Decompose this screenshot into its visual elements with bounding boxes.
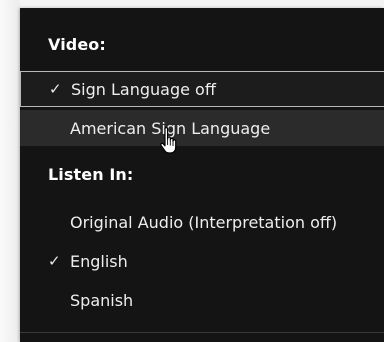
interpretation-menu: Video: ✓ Sign Language off American Sign… bbox=[20, 8, 384, 342]
menu-item-sign-language-off[interactable]: ✓ Sign Language off bbox=[20, 71, 384, 107]
menu-item-label: Original Audio (Interpretation off) bbox=[70, 212, 338, 232]
menu-item-original-audio[interactable]: Original Audio (Interpretation off) bbox=[20, 204, 384, 240]
video-section-header: Video: bbox=[48, 35, 106, 54]
menu-item-english[interactable]: ✓ English bbox=[20, 243, 384, 279]
menu-item-label: Sign Language off bbox=[71, 79, 216, 99]
menu-item-spanish[interactable]: Spanish bbox=[20, 282, 384, 318]
background-window-edge bbox=[0, 0, 20, 342]
screenshot-stage: Video: ✓ Sign Language off American Sign… bbox=[0, 0, 384, 342]
menu-divider bbox=[20, 332, 384, 333]
checkmark-icon: ✓ bbox=[49, 80, 62, 98]
menu-item-american-sign-language[interactable]: American Sign Language bbox=[20, 110, 384, 146]
listen-in-section-header: Listen In: bbox=[48, 165, 134, 184]
checkmark-icon: ✓ bbox=[48, 252, 61, 270]
menu-item-label: English bbox=[70, 251, 128, 271]
menu-item-label: Spanish bbox=[70, 290, 134, 310]
hand-pointer-icon bbox=[160, 127, 177, 154]
